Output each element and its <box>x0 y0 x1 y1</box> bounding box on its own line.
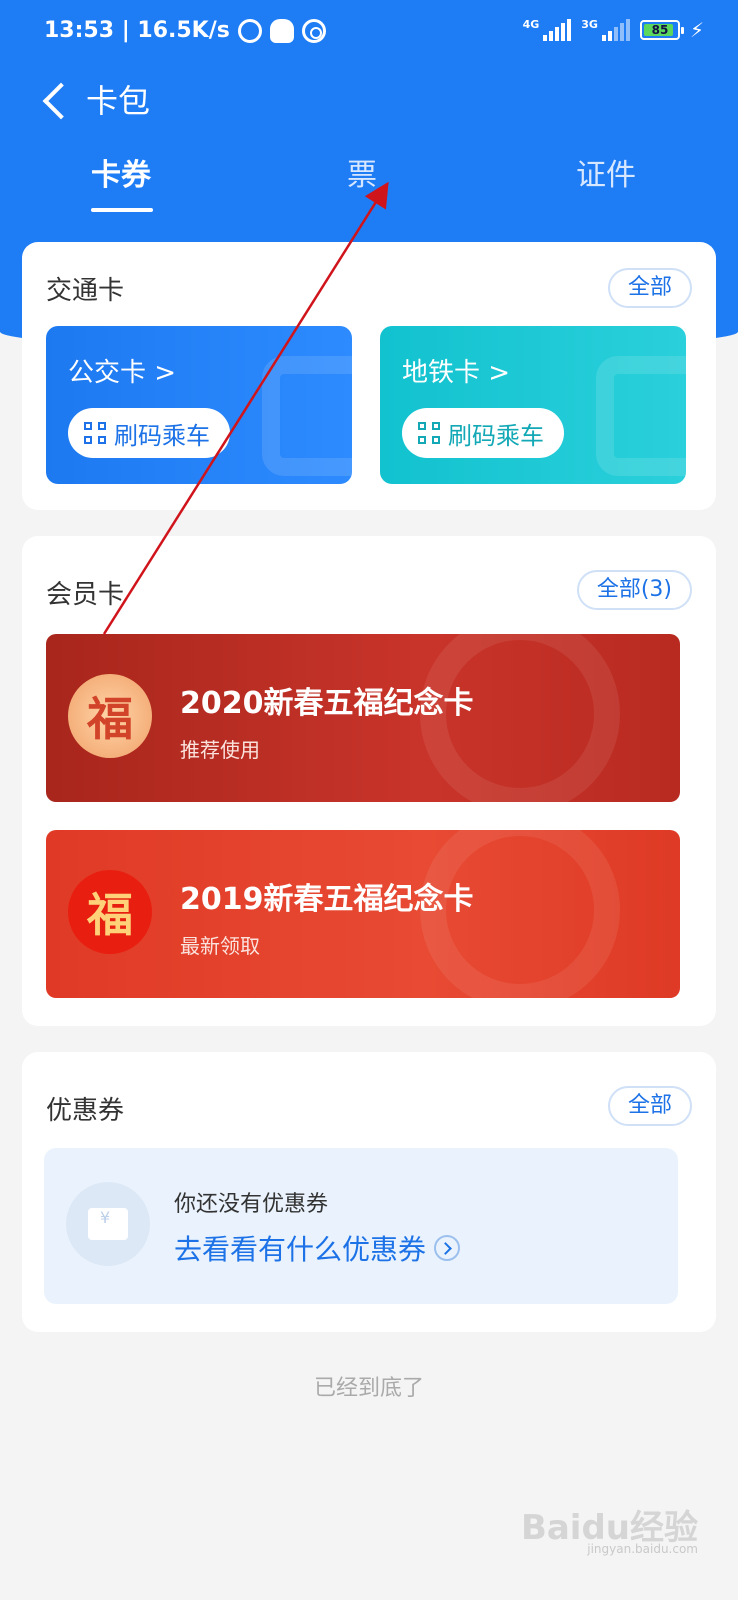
back-arrow-icon[interactable] <box>40 80 72 120</box>
end-of-list-note: 已经到底了 <box>313 1376 424 1401</box>
signal-3g-icon: 3G <box>581 19 630 41</box>
tab-tickets[interactable]: 票 <box>347 150 377 194</box>
status-time-speed: 13:53 | 16.5K/s <box>44 18 230 43</box>
page-title: 卡包 <box>86 82 151 120</box>
coupon-section: 优惠券 全部 你还没有优惠券 去看看有什么优惠券 <box>22 1052 716 1332</box>
member-card-name: 2020新春五福纪念卡 <box>180 686 474 721</box>
status-bar: 13:53 | 16.5K/s 4G 3G 85 ⚡ <box>0 0 738 64</box>
bus-scan-button[interactable]: 刷码乘车 <box>68 408 230 458</box>
coupon-ticket-icon <box>66 1182 150 1266</box>
bus-card[interactable]: 公交卡 > 刷码乘车 <box>46 326 352 484</box>
member-card-name: 2019新春五福纪念卡 <box>180 882 474 917</box>
transit-section-title: 交通卡 <box>46 276 125 306</box>
metro-card[interactable]: 地铁卡 > 刷码乘车 <box>380 326 686 484</box>
browse-coupons-label: 去看看有什么优惠券 <box>174 1233 427 1266</box>
active-tab-indicator <box>91 208 153 212</box>
member-card-2020[interactable]: 福 2020新春五福纪念卡 推荐使用 <box>46 634 680 802</box>
transit-card-section: 交通卡 全部 公交卡 > 刷码乘车 地铁卡 > 刷码乘车 <box>22 242 716 510</box>
status-left: 13:53 | 16.5K/s <box>44 18 326 43</box>
transit-all-button[interactable]: 全部 <box>607 268 692 308</box>
title-bar: 卡包 <box>0 70 738 130</box>
network-3g-label: 3G <box>581 18 598 31</box>
metro-watermark-icon <box>596 356 686 476</box>
member-card-2019[interactable]: 福 2019新春五福纪念卡 最新领取 <box>46 830 680 998</box>
signal-4g-icon: 4G <box>523 19 572 41</box>
bus-card-name: 公交卡 > <box>68 358 177 388</box>
coupon-section-title: 优惠券 <box>46 1096 125 1126</box>
qr-code-icon <box>418 422 440 444</box>
battery-icon: 85 <box>639 20 684 40</box>
metro-scan-label: 刷码乘车 <box>448 421 544 450</box>
status-right: 4G 3G 85 ⚡ <box>523 18 704 42</box>
bus-scan-label: 刷码乘车 <box>114 421 210 450</box>
metro-scan-button[interactable]: 刷码乘车 <box>402 408 564 458</box>
coupon-empty-text: 你还没有优惠券 <box>174 1192 329 1217</box>
coupon-all-button[interactable]: 全部 <box>607 1086 692 1126</box>
coupon-empty-box: 你还没有优惠券 去看看有什么优惠券 <box>44 1148 678 1304</box>
fu-badge-icon: 福 <box>68 870 152 954</box>
chevron-right-circle-icon <box>434 1235 461 1261</box>
alarm-icon <box>237 18 262 43</box>
qq-icon <box>269 18 294 43</box>
member-card-subtitle: 最新领取 <box>180 934 260 958</box>
tab-cards-coupons[interactable]: 卡券 <box>91 150 151 194</box>
browse-coupons-link[interactable]: 去看看有什么优惠券 <box>174 1228 461 1268</box>
membership-section: 会员卡 全部(3) 福 2020新春五福纪念卡 推荐使用 福 2019新春五福纪… <box>22 536 716 1026</box>
membership-all-button[interactable]: 全部(3) <box>576 570 692 610</box>
battery-level: 85 <box>651 23 669 37</box>
member-card-subtitle: 推荐使用 <box>180 738 260 762</box>
tab-bar: 卡券 票 证件 <box>0 150 738 220</box>
membership-section-title: 会员卡 <box>46 580 125 610</box>
network-4g-label: 4G <box>522 18 540 31</box>
metro-card-name: 地铁卡 > <box>402 358 511 388</box>
tab-ids[interactable]: 证件 <box>576 150 636 194</box>
navigation-icon <box>301 18 326 43</box>
qr-code-icon <box>84 422 106 444</box>
fu-badge-icon: 福 <box>68 674 152 758</box>
bus-watermark-icon <box>262 356 352 476</box>
baidu-watermark-url: jingyan.baidu.com <box>587 1542 698 1556</box>
charging-icon: ⚡ <box>689 18 704 42</box>
